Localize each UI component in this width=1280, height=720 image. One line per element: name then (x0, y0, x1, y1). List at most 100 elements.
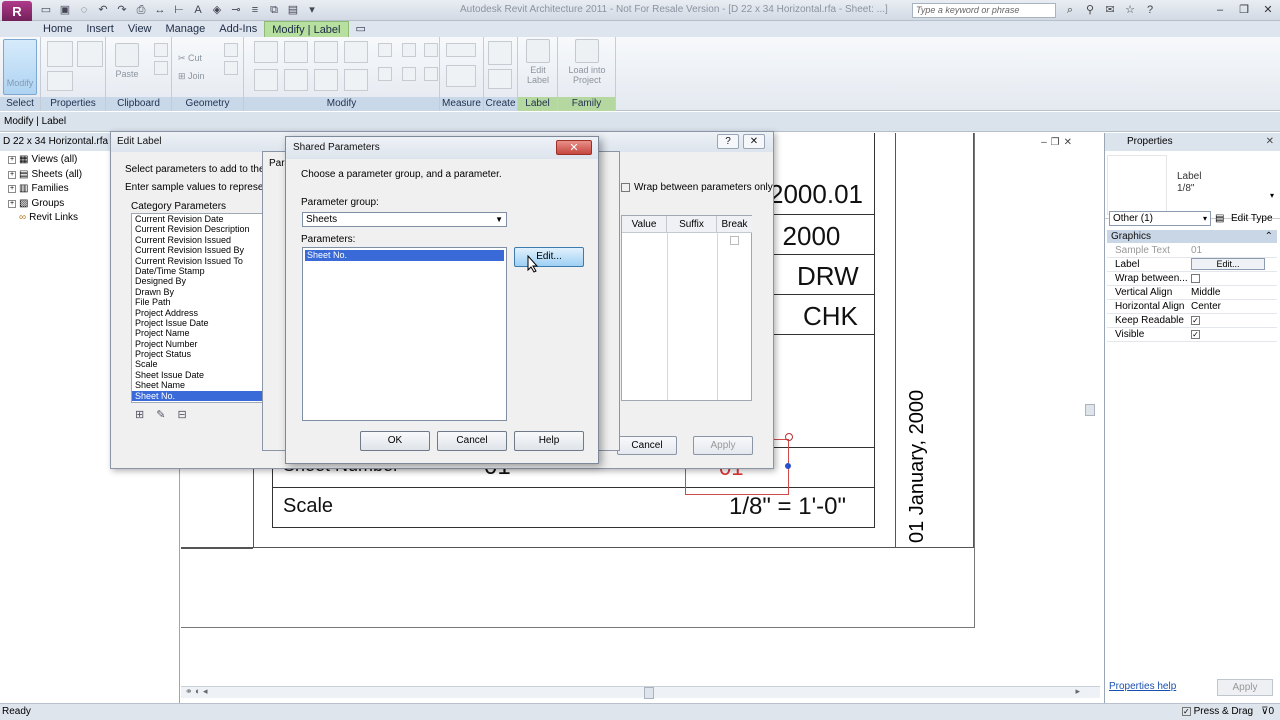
prop-row-vertical-align[interactable]: Vertical Align Middle (1107, 286, 1277, 300)
rotate-grip-icon[interactable] (785, 433, 793, 441)
category-parameters-list[interactable]: Current Revision Date Current Revision D… (131, 213, 265, 403)
label-grip-icon[interactable] (785, 463, 791, 469)
paste-button[interactable]: Paste (112, 43, 142, 79)
copy-icon[interactable] (154, 43, 168, 57)
list-item[interactable]: Current Revision Date (132, 214, 264, 224)
text-icon[interactable]: A (190, 3, 206, 17)
type-selector[interactable]: Label 1/8" ▾ (1105, 151, 1280, 219)
horizontal-scrollbar[interactable]: ⚭ ◐ ◂ ▸ (181, 686, 1100, 699)
array-icon[interactable] (378, 67, 392, 81)
instance-filter-select[interactable]: Other (1) ▾ (1109, 211, 1211, 226)
scale-icon[interactable] (402, 67, 416, 81)
list-item[interactable]: Scale (132, 359, 264, 369)
split-face-icon[interactable] (224, 61, 238, 75)
tab-add-ins[interactable]: Add-Ins (212, 21, 264, 37)
redo-icon[interactable]: ↷ (114, 3, 130, 17)
drawn-by-text[interactable]: DRW (797, 261, 859, 292)
list-item[interactable]: Project Status (132, 349, 264, 359)
align-icon[interactable] (254, 41, 278, 63)
edit-label-apply-button[interactable]: Apply (693, 436, 753, 455)
vertical-scrollbar[interactable] (1085, 152, 1097, 682)
trim-extend-icon[interactable] (344, 69, 368, 91)
3d-view-icon[interactable]: ◈ (209, 3, 225, 17)
list-item[interactable]: Project Address (132, 308, 264, 318)
communication-icon[interactable]: ✉ (1102, 3, 1118, 18)
checked-by-text[interactable]: CHK (803, 301, 858, 332)
vertical-date-text[interactable]: 01 January, 2000 (906, 390, 929, 543)
minimize-icon[interactable]: – (1212, 2, 1228, 18)
list-item[interactable]: Current Revision Issued To (132, 256, 264, 266)
create-similar-icon[interactable] (488, 69, 512, 89)
help-button[interactable]: Help (514, 431, 584, 451)
vertical-scroll-thumb[interactable] (1085, 404, 1095, 416)
dialog-close-icon[interactable]: ✕ (743, 134, 765, 149)
horizontal-scroll-thumb[interactable] (644, 687, 654, 699)
restore-icon[interactable]: ❐ (1236, 2, 1252, 18)
list-item[interactable]: Sheet Issue Date (132, 370, 264, 380)
type-dropdown-icon[interactable]: ▾ (1270, 191, 1274, 200)
sync-icon[interactable]: ◌ (76, 3, 92, 17)
edit-label-cancel-button[interactable]: Cancel (617, 436, 677, 455)
mirror-axis-icon[interactable] (314, 41, 338, 63)
expand-icon[interactable]: + (8, 170, 16, 179)
cancel-button[interactable]: Cancel (437, 431, 507, 451)
measure-icon[interactable]: ↔ (152, 3, 168, 17)
edit-label-button[interactable]: Edit Label (520, 39, 556, 85)
view-restore-icon[interactable]: ❐ (1051, 137, 1060, 148)
wrap-checkbox[interactable] (1191, 273, 1200, 283)
split-icon[interactable] (378, 43, 392, 57)
list-item[interactable]: Sheet Name (132, 380, 264, 390)
list-item-selected[interactable]: Sheet No. (132, 390, 264, 402)
label-parameters-grid[interactable]: Value Suffix Break (621, 215, 752, 401)
measure-between-icon[interactable] (446, 43, 476, 57)
list-item[interactable]: File Path (132, 297, 264, 307)
list-item[interactable]: Current Revision Issued (132, 235, 264, 245)
join-button[interactable]: ⊞ Join (178, 71, 218, 82)
close-hidden-icon[interactable]: ⧉ (266, 3, 282, 17)
tab-insert[interactable]: Insert (79, 21, 121, 37)
open-icon[interactable]: ▭ (38, 3, 54, 17)
scroll-right-icon[interactable]: ▸ (1075, 686, 1080, 697)
binoculars-icon[interactable]: ⌕ (1062, 3, 1078, 18)
date-stamp-text[interactable]: 2000.01 (769, 179, 863, 210)
edit-type-button[interactable]: ▤ Edit Type (1213, 210, 1277, 227)
collapse-icon[interactable]: ⌃ (1265, 230, 1273, 243)
properties-help-link[interactable]: Properties help (1109, 681, 1176, 692)
prop-row-horizontal-align[interactable]: Horizontal Align Center (1107, 300, 1277, 314)
list-item-selected[interactable]: Sheet No. (305, 250, 504, 261)
list-item[interactable]: Project Number (132, 339, 264, 349)
delete-icon[interactable] (424, 67, 438, 81)
print-icon[interactable]: ⎙ (133, 3, 149, 17)
panel-label-label[interactable]: Label (518, 97, 557, 111)
add-parameter-icon[interactable]: ⊞ (135, 408, 144, 421)
expand-icon[interactable]: + (8, 156, 16, 165)
panel-label-modify[interactable]: Modify (244, 97, 439, 111)
undo-icon[interactable]: ↶ (95, 3, 111, 17)
tab-manage[interactable]: Manage (159, 21, 213, 37)
list-item[interactable]: Drawn By (132, 287, 264, 297)
list-item[interactable]: Current Revision Issued By (132, 245, 264, 255)
panel-label-geometry[interactable]: Geometry (172, 97, 243, 111)
thin-lines-icon[interactable]: ≡ (247, 3, 263, 17)
load-into-project-button[interactable]: Load into Project (562, 39, 612, 85)
panel-label-measure[interactable]: Measure (440, 97, 483, 111)
pin-icon[interactable] (424, 43, 438, 57)
panel-label-create[interactable]: Create (484, 97, 517, 111)
remove-parameter-icon[interactable]: ⊟ (177, 408, 186, 421)
dimension-tool-icon[interactable] (446, 65, 476, 87)
subscription-icon[interactable]: ⚲ (1082, 3, 1098, 18)
save-icon[interactable]: ▣ (57, 3, 73, 17)
dimension-icon[interactable]: ⊢ (171, 3, 187, 17)
list-item[interactable]: Date/Time Stamp (132, 266, 264, 276)
switch-windows-icon[interactable]: ▤ (285, 3, 301, 17)
panel-label-clipboard[interactable]: Clipboard (106, 97, 171, 111)
create-group-icon[interactable] (488, 41, 512, 65)
wrap-between-params-checkbox[interactable]: Wrap between parameters only (621, 182, 773, 193)
help-icon[interactable]: ? (1142, 3, 1158, 18)
offset-icon[interactable] (284, 41, 308, 63)
panel-label-family-editor[interactable]: Family Editor (558, 97, 615, 123)
qat-dropdown-icon[interactable]: ▾ (304, 3, 320, 17)
tab-modify-label[interactable]: Modify | Label (264, 21, 349, 37)
application-menu-button[interactable]: R (2, 1, 32, 23)
view-close-icon[interactable]: ✕ (1064, 137, 1072, 148)
